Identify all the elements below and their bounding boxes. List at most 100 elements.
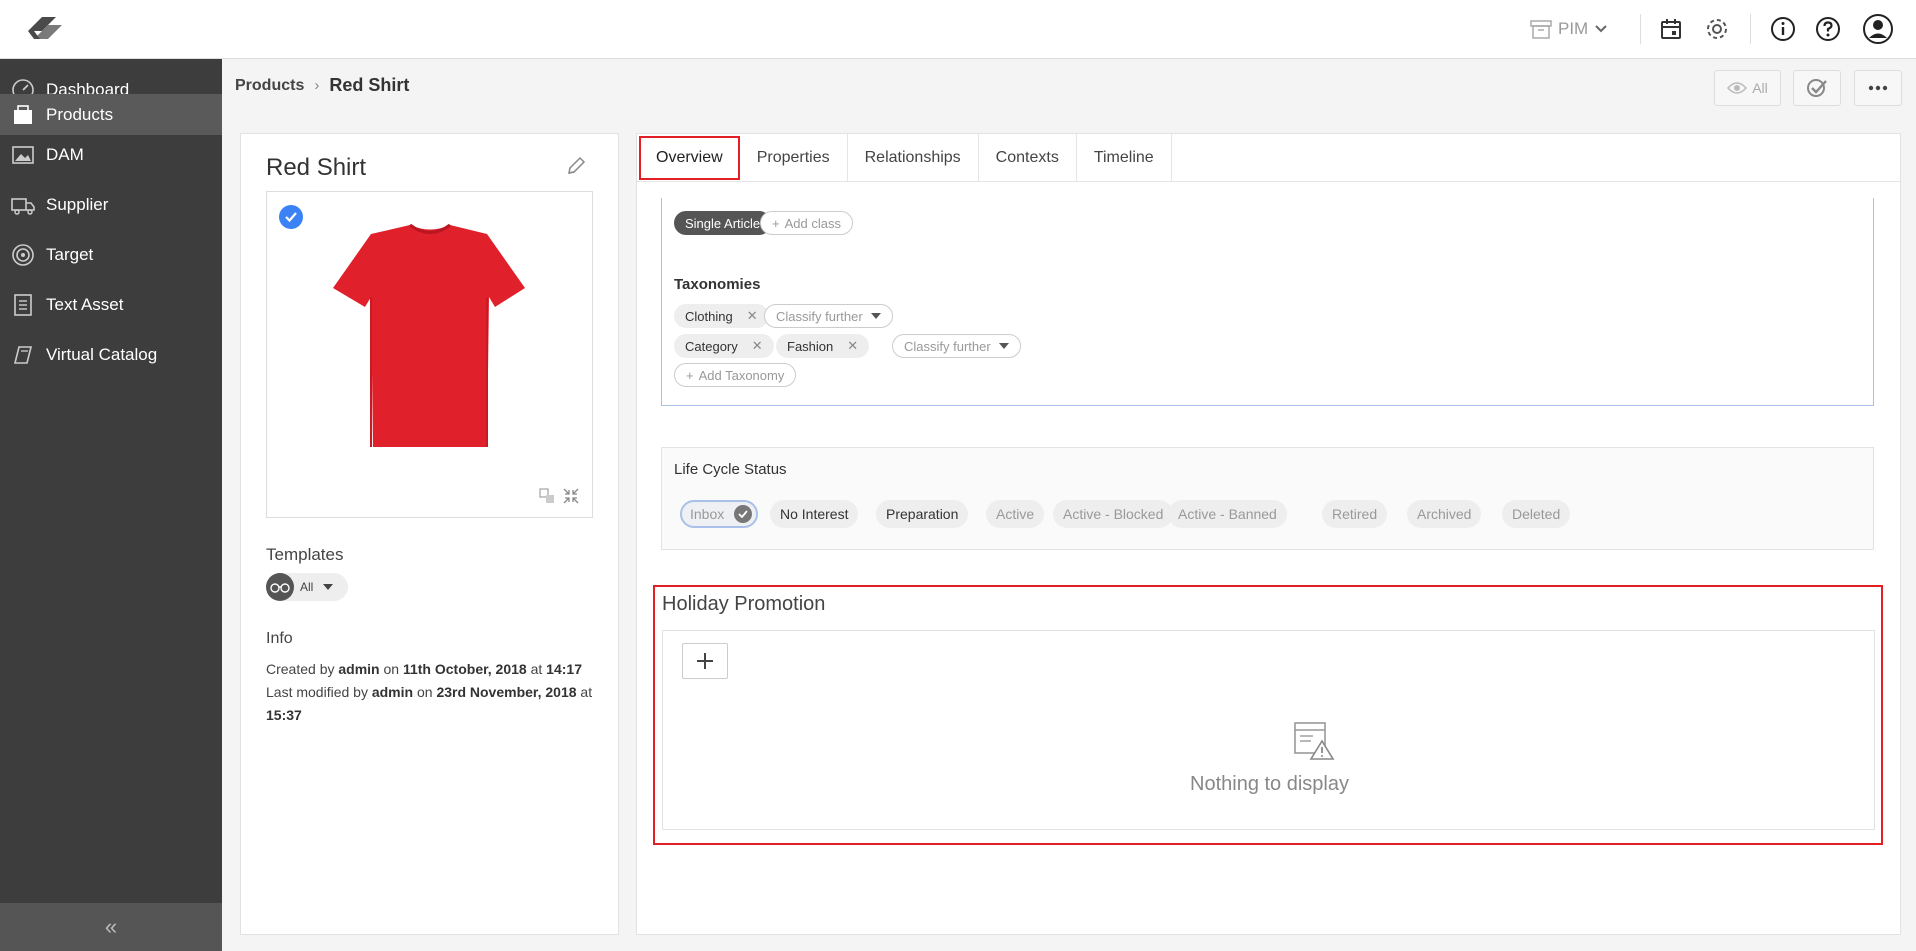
breadcrumb-parent-link[interactable]: Products — [235, 77, 304, 95]
add-taxonomy-button[interactable]: + Add Taxonomy — [674, 363, 797, 387]
product-detail-panel: Overview Properties Relationships Contex… — [636, 133, 1901, 935]
taxonomy-chip[interactable]: Fashion ✕ — [776, 334, 870, 358]
view-filter-label: All — [1752, 80, 1768, 96]
info-label: Info — [266, 630, 293, 647]
sidebar-item-label: Virtual Catalog — [46, 345, 158, 364]
info-icon[interactable] — [1768, 14, 1798, 44]
sidebar-item-text-asset[interactable]: Text Asset — [0, 280, 222, 330]
glasses-icon — [266, 573, 294, 601]
modified-at: at — [580, 684, 593, 700]
products-icon — [0, 103, 46, 127]
check-circle-icon — [734, 505, 753, 523]
status-inbox[interactable]: Inbox — [680, 500, 759, 528]
sidebar-collapse-button[interactable]: « — [0, 903, 222, 951]
sidebar-item-dam[interactable]: DAM — [0, 130, 222, 180]
caret-down-icon — [323, 584, 334, 590]
eye-icon — [1727, 82, 1748, 94]
created-date: 11th October, 2018 — [402, 661, 527, 677]
add-class-label: Add class — [784, 215, 841, 231]
tab-contexts[interactable]: Contexts — [979, 134, 1077, 182]
created-prefix: Created by — [266, 661, 335, 677]
classify-further-label: Classify further — [776, 308, 863, 324]
sidebar-item-label: Products — [46, 104, 114, 124]
status-active-blocked[interactable]: Active - Blocked — [1053, 500, 1174, 528]
add-class-button[interactable]: + Add class — [760, 211, 853, 235]
status-retired[interactable]: Retired — [1322, 500, 1388, 528]
tab-timeline[interactable]: Timeline — [1077, 134, 1172, 182]
taxonomy-chip[interactable]: Category ✕ — [674, 334, 774, 358]
approve-button[interactable] — [1793, 70, 1841, 106]
taxonomy-chip-label: Category — [685, 338, 738, 354]
truck-icon — [0, 194, 46, 216]
breadcrumb-current: Red Shirt — [329, 75, 410, 95]
product-summary-panel: Red Shirt Templates All Info Created by … — [240, 133, 619, 935]
status-active[interactable]: Active — [986, 500, 1045, 528]
target-icon — [0, 243, 46, 267]
close-icon[interactable]: ✕ — [752, 338, 763, 354]
plus-icon: + — [686, 367, 694, 383]
app-logo-icon[interactable] — [18, 9, 72, 49]
lifecycle-status-panel: Life Cycle Status Inbox No Interest Prep… — [661, 447, 1874, 550]
status-no-interest[interactable]: No Interest — [770, 500, 859, 528]
classification-panel: Single Article + Add class Taxonomies Cl… — [661, 198, 1874, 406]
product-image[interactable] — [266, 191, 593, 518]
module-switcher[interactable]: PIM — [1530, 16, 1608, 42]
modified-date: 23rd November, 2018 — [436, 684, 577, 700]
promotion-content: Nothing to display — [662, 630, 1875, 830]
classify-further-dropdown[interactable]: Classify further — [892, 334, 1021, 358]
sidebar-item-virtual-catalog[interactable]: Virtual Catalog — [0, 330, 222, 380]
tab-bar: Overview Properties Relationships Contex… — [637, 134, 1900, 182]
sidebar-item-products[interactable]: Products — [0, 94, 222, 135]
sidebar-item-label: Text Asset — [46, 295, 124, 314]
caret-down-icon — [998, 343, 1009, 349]
topbar-divider — [1750, 14, 1751, 44]
more-options-button[interactable] — [1854, 70, 1902, 106]
status-active-banned[interactable]: Active - Banned — [1168, 500, 1287, 528]
product-title: Red Shirt — [266, 154, 367, 181]
compress-icon[interactable] — [562, 487, 580, 505]
status-deleted[interactable]: Deleted — [1502, 500, 1571, 528]
template-selector[interactable]: All — [266, 573, 348, 601]
modified-time: 15:37 — [266, 707, 302, 723]
status-label: Inbox — [690, 506, 725, 522]
view-filter-button[interactable]: All — [1714, 70, 1781, 106]
taxonomy-chip[interactable]: Clothing ✕ — [674, 304, 769, 328]
empty-state-text: Nothing to display — [1190, 773, 1349, 795]
tab-relationships[interactable]: Relationships — [848, 134, 979, 182]
empty-state-icon — [1291, 721, 1335, 766]
modified-prefix: Last modified by — [266, 684, 368, 700]
modified-info: Last modified by admin on 23rd November,… — [266, 681, 606, 727]
created-time: 14:17 — [546, 661, 582, 677]
help-icon[interactable] — [1813, 14, 1843, 44]
status-preparation[interactable]: Preparation — [876, 500, 969, 528]
double-chevron-left-icon: « — [104, 914, 118, 939]
add-button[interactable] — [682, 643, 728, 679]
check-circle-icon — [1807, 79, 1827, 97]
sidebar: Dashboard Products DAM Supplier Target T… — [0, 59, 222, 951]
created-at: at — [530, 661, 543, 677]
sidebar-item-supplier[interactable]: Supplier — [0, 180, 222, 230]
status-archived[interactable]: Archived — [1407, 500, 1482, 528]
image-tools — [538, 487, 580, 505]
top-bar: PIM — [0, 0, 1916, 59]
gear-icon[interactable] — [1702, 14, 1732, 44]
pencil-icon[interactable] — [566, 156, 586, 181]
tab-overview[interactable]: Overview — [639, 136, 740, 180]
add-taxonomy-label: Add Taxonomy — [698, 367, 785, 383]
swap-image-icon[interactable] — [538, 487, 556, 505]
templates-label: Templates — [266, 545, 344, 564]
classify-further-dropdown[interactable]: Classify further — [764, 304, 893, 328]
module-label: PIM — [1558, 19, 1589, 38]
holiday-promotion-section: Holiday Promotion Nothing to display — [653, 585, 1883, 845]
tab-properties[interactable]: Properties — [740, 134, 848, 182]
close-icon[interactable]: ✕ — [847, 338, 858, 354]
calendar-icon[interactable] — [1656, 14, 1686, 44]
topbar-divider — [1640, 14, 1641, 44]
taxonomy-chip-label: Clothing — [685, 308, 733, 324]
plus-icon — [697, 653, 713, 669]
promotion-title: Holiday Promotion — [662, 593, 826, 615]
class-chip[interactable]: Single Article — [674, 211, 772, 235]
user-avatar-icon[interactable] — [1861, 12, 1895, 46]
close-icon[interactable]: ✕ — [747, 308, 758, 324]
sidebar-item-target[interactable]: Target — [0, 230, 222, 280]
